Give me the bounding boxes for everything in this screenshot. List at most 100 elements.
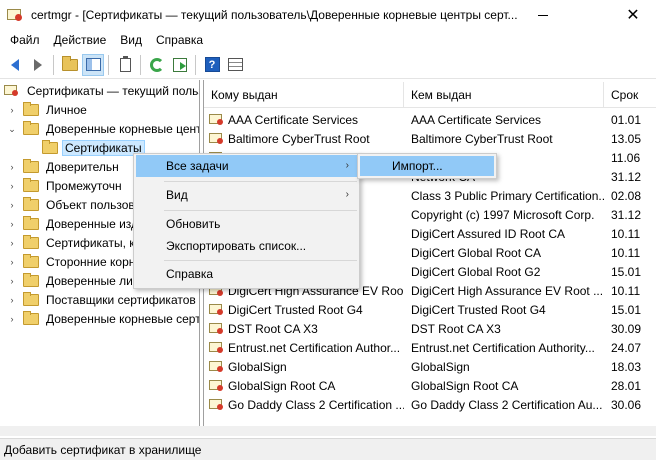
menu-item-help[interactable]: Справка bbox=[136, 263, 357, 285]
menu-item-refresh[interactable]: Обновить bbox=[136, 213, 357, 235]
tree-item-trusted-publishers[interactable]: › Доверенные изд bbox=[0, 215, 141, 233]
table-row[interactable]: DST Root CA X3 DST Root CA X3 30.09 bbox=[204, 319, 656, 338]
toolbar-separator bbox=[195, 54, 196, 75]
back-button[interactable] bbox=[4, 54, 26, 76]
menu-file[interactable]: Файл bbox=[4, 30, 46, 50]
expand-chevron-icon[interactable]: › bbox=[7, 105, 17, 115]
export-list-button[interactable] bbox=[169, 54, 191, 76]
menu-separator bbox=[164, 181, 357, 182]
column-issued-by[interactable]: Кем выдан bbox=[404, 82, 604, 108]
certificate-store-icon bbox=[4, 84, 20, 98]
status-bar: Добавить сертификат в хранилище bbox=[0, 438, 656, 460]
folder-icon bbox=[23, 273, 39, 287]
menu-separator bbox=[164, 210, 357, 211]
menu-view[interactable]: Вид bbox=[114, 30, 148, 50]
cell-issued-by: Class 3 Public Primary Certification... bbox=[411, 188, 604, 203]
cell-expiration: 28.01 bbox=[611, 378, 642, 393]
expand-chevron-icon[interactable]: › bbox=[7, 219, 17, 229]
cell-issued-to: GlobalSign bbox=[204, 360, 404, 374]
menu-bar: Файл Действие Вид Справка bbox=[0, 30, 656, 50]
forward-arrow-icon bbox=[34, 58, 42, 71]
menu-item-import[interactable]: Импорт... bbox=[360, 156, 494, 176]
expand-chevron-icon[interactable]: › bbox=[7, 314, 17, 324]
table-row[interactable]: AAA Certificate Services AAA Certificate … bbox=[204, 110, 656, 129]
menu-help[interactable]: Справка bbox=[150, 30, 209, 50]
show-hide-console-tree-icon bbox=[85, 58, 101, 71]
help-button[interactable]: ? bbox=[201, 54, 223, 76]
expand-chevron-icon[interactable]: › bbox=[7, 238, 17, 248]
export-list-icon bbox=[173, 57, 187, 72]
tree-item-enterprise-trust[interactable]: › Доверительн bbox=[0, 158, 122, 176]
up-one-level-button[interactable] bbox=[59, 54, 81, 76]
cell-issued-by: DigiCert Global Root G2 bbox=[411, 264, 541, 279]
expand-chevron-icon[interactable]: › bbox=[7, 200, 17, 210]
cell-expiration: 15.01 bbox=[611, 264, 642, 279]
tree-item-trusted-root[interactable]: ⌄ Доверенные корневые цент bbox=[0, 120, 199, 138]
tree-item-trusted-root-smartcard[interactable]: › Доверенные корневые серт bbox=[0, 310, 199, 328]
forward-button[interactable] bbox=[27, 54, 49, 76]
menu-item-all-tasks[interactable]: Все задачи › bbox=[136, 155, 357, 177]
cell-expiration: 10.11 bbox=[611, 283, 641, 298]
expand-chevron-icon[interactable]: › bbox=[7, 181, 17, 191]
tree-root[interactable]: Сертификаты — текущий польз bbox=[0, 82, 199, 100]
table-row[interactable]: Baltimore CyberTrust Root Baltimore Cyber… bbox=[204, 129, 656, 148]
folder-icon bbox=[23, 178, 39, 192]
window-title: certmgr - [Сертификаты — текущий пользов… bbox=[31, 8, 518, 22]
cell-expiration: 01.01 bbox=[611, 112, 642, 127]
certificate-icon bbox=[209, 341, 225, 355]
cell-issued-by: DigiCert Trusted Root G4 bbox=[411, 302, 546, 317]
status-text: Добавить сертификат в хранилище bbox=[4, 442, 202, 457]
details-view-button[interactable] bbox=[224, 54, 246, 76]
cell-issued-by: GlobalSign bbox=[411, 359, 470, 374]
table-row[interactable]: Entrust.net Certification Author... Entru… bbox=[204, 338, 656, 357]
expand-chevron-icon[interactable]: › bbox=[7, 257, 17, 267]
refresh-button[interactable] bbox=[146, 54, 168, 76]
column-expiration[interactable]: Срок bbox=[604, 82, 656, 108]
cell-issued-to: GlobalSign Root CA bbox=[204, 379, 404, 393]
close-button[interactable]: ✕ bbox=[610, 0, 656, 30]
cell-expiration: 13.05 bbox=[611, 131, 642, 146]
menu-item-export-list[interactable]: Экспортировать список... bbox=[136, 235, 357, 257]
tree-item-untrusted[interactable]: › Сертификаты, к bbox=[0, 234, 138, 252]
cell-expiration: 31.12 bbox=[611, 169, 642, 184]
table-row[interactable]: GlobalSign Root CA GlobalSign Root CA 28.0… bbox=[204, 376, 656, 395]
collapse-chevron-icon[interactable]: ⌄ bbox=[7, 124, 17, 134]
list-header: Кому выдан Кем выдан Срок bbox=[204, 82, 656, 108]
table-row[interactable]: Go Daddy Class 2 Certification ... Go Dad… bbox=[204, 395, 656, 414]
horizontal-scrollbar[interactable] bbox=[0, 426, 656, 436]
cell-expiration: 15.01 bbox=[611, 302, 642, 317]
certificate-icon bbox=[209, 322, 225, 336]
table-row[interactable]: GlobalSign GlobalSign 18.03 bbox=[204, 357, 656, 376]
folder-icon bbox=[23, 121, 39, 135]
tree-item-trusted-people[interactable]: › Доверенные ли bbox=[0, 272, 136, 290]
folder-icon bbox=[23, 311, 39, 325]
cell-issued-by: AAA Certificate Services bbox=[411, 112, 542, 127]
cell-issued-by: DigiCert Global Root CA bbox=[411, 245, 542, 260]
cell-issued-to: DST Root CA X3 bbox=[204, 322, 404, 336]
tree-item-intermediate[interactable]: › Промежуточн bbox=[0, 177, 125, 195]
minimize-button[interactable] bbox=[520, 0, 566, 30]
cell-expiration: 02.08 bbox=[611, 188, 642, 203]
menu-item-view[interactable]: Вид › bbox=[136, 184, 357, 206]
context-menu: Все задачи › Вид › Обновить Экспортирова… bbox=[133, 153, 360, 289]
tree-item-user-object[interactable]: › Объект пользов bbox=[0, 196, 138, 214]
cell-issued-by: DigiCert Assured ID Root CA bbox=[411, 226, 566, 241]
menu-action[interactable]: Действие bbox=[48, 30, 113, 50]
all-tasks-submenu: Импорт... bbox=[357, 153, 497, 179]
expand-chevron-icon[interactable]: › bbox=[7, 295, 17, 305]
properties-button[interactable] bbox=[114, 54, 136, 76]
tree-item-cert-providers[interactable]: › Поставщики сертификатов bbox=[0, 291, 199, 309]
expand-chevron-icon[interactable]: › bbox=[7, 276, 17, 286]
table-row[interactable]: DigiCert Trusted Root G4 DigiCert Trusted… bbox=[204, 300, 656, 319]
expand-chevron-icon[interactable]: › bbox=[7, 162, 17, 172]
tree-item-personal[interactable]: › Личное bbox=[0, 101, 90, 119]
folder-icon bbox=[23, 292, 39, 306]
refresh-icon bbox=[150, 57, 164, 72]
tree-item-certificates[interactable]: Сертификаты bbox=[24, 139, 145, 157]
certificate-icon bbox=[209, 379, 225, 393]
column-issued-to[interactable]: Кому выдан bbox=[204, 82, 404, 108]
folder-icon bbox=[23, 254, 39, 268]
cell-issued-to: Entrust.net Certification Author... bbox=[204, 341, 404, 355]
show-hide-console-tree-button[interactable] bbox=[82, 53, 104, 76]
tree-item-third-party-root[interactable]: › Сторонние корн bbox=[0, 253, 138, 271]
